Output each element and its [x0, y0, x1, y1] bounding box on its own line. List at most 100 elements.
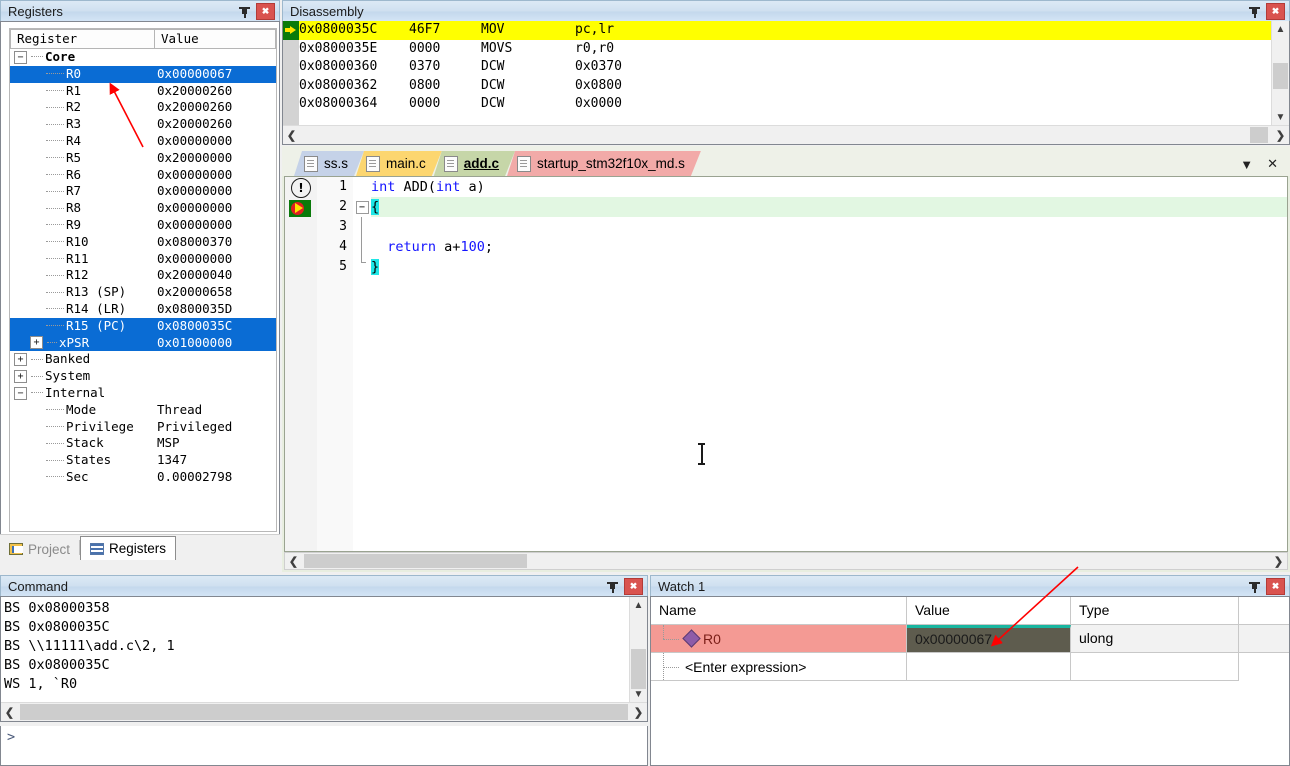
register-row-stack[interactable]: Stack MSP — [10, 435, 276, 452]
scroll-left-icon[interactable]: ❮ — [285, 555, 302, 568]
watch-type-cell[interactable] — [1071, 653, 1239, 681]
scrollbar-track[interactable] — [302, 553, 1270, 569]
scroll-right-icon[interactable]: ❯ — [630, 706, 647, 719]
watch-value-cell[interactable] — [907, 653, 1071, 681]
scrollbar-thumb[interactable] — [20, 704, 628, 720]
disassembly-row[interactable]: 0x0800035E 0000 MOVS r0,r0 — [283, 40, 1272, 59]
expand-icon-xpsr[interactable]: + — [30, 336, 43, 350]
scroll-down-icon[interactable]: ▼ — [630, 686, 647, 703]
editor-tab-main-c[interactable]: main.c — [356, 151, 442, 176]
scroll-right-icon[interactable]: ❯ — [1272, 129, 1289, 142]
sidebar-tab-registers[interactable]: Registers — [80, 536, 177, 560]
watch-value-cell[interactable]: 0x00000067 — [907, 625, 1071, 653]
pin-icon[interactable] — [605, 579, 620, 594]
watch-type-cell[interactable]: ulong — [1071, 625, 1239, 653]
column-header-value[interactable]: Value — [907, 597, 1071, 625]
command-horizontal-scrollbar[interactable]: ❮ ❯ — [1, 702, 647, 721]
register-row-r0[interactable]: R0 0x00000067 — [10, 65, 276, 83]
chevron-down-icon[interactable]: ▼ — [1240, 157, 1253, 172]
close-icon[interactable] — [256, 3, 275, 20]
scrollbar-thumb[interactable] — [304, 554, 527, 568]
pin-icon[interactable] — [1247, 579, 1262, 594]
collapse-icon-core[interactable]: − — [14, 50, 27, 64]
registers-tree[interactable]: Register Value − Core R0 0x00000067 R1 0… — [9, 28, 277, 532]
register-row-r8[interactable]: R8 0x00000000 — [10, 200, 276, 217]
register-row-r12[interactable]: R12 0x20000040 — [10, 267, 276, 284]
column-header-blank[interactable] — [1239, 597, 1289, 625]
register-row-xpsr[interactable]: + xPSR 0x01000000 — [10, 334, 276, 352]
command-output[interactable]: BS 0x08000358 BS 0x0800035C BS \\11111\a… — [0, 596, 648, 722]
scroll-up-icon[interactable]: ▲ — [1272, 21, 1289, 38]
column-header-name[interactable]: Name — [651, 597, 907, 625]
scroll-right-icon[interactable]: ❯ — [1270, 555, 1287, 568]
fold-collapse-icon[interactable]: − — [355, 201, 369, 214]
scrollbar-thumb[interactable] — [1273, 63, 1288, 89]
command-input[interactable]: > — [0, 726, 648, 766]
register-group-internal[interactable]: − Internal — [10, 385, 276, 402]
editor-breakpoint-margin[interactable]: ! — [285, 177, 318, 551]
register-row-sec[interactable]: Sec 0.00002798 — [10, 469, 276, 486]
register-row-r11[interactable]: R11 0x00000000 — [10, 251, 276, 268]
disassembly-horizontal-scrollbar[interactable]: ❮ ❯ — [283, 125, 1289, 144]
disassembly-row[interactable]: 0x08000364 0000 DCW 0x0000 — [283, 95, 1272, 114]
sidebar-tab-project[interactable]: Project — [0, 538, 79, 560]
register-row-r2[interactable]: R2 0x20000260 — [10, 99, 276, 116]
column-header-value[interactable]: Value — [155, 29, 276, 49]
column-header-register[interactable]: Register — [10, 29, 155, 49]
editor-horizontal-scrollbar[interactable]: ❮ ❯ — [284, 552, 1288, 570]
scrollbar-track[interactable] — [18, 703, 630, 721]
command-vertical-scrollbar[interactable]: ▲ ▼ — [629, 597, 647, 703]
scroll-left-icon[interactable]: ❮ — [1, 706, 18, 719]
register-row-mode[interactable]: Mode Thread — [10, 402, 276, 419]
register-row-states[interactable]: States 1347 — [10, 452, 276, 469]
disassembly-listing[interactable]: 0x0800035C 46F7 MOV pc,lr 0x0800035E 000… — [283, 21, 1272, 126]
register-row-r13-sp[interactable]: R13 (SP) 0x20000658 — [10, 284, 276, 301]
register-row-r4[interactable]: R4 0x00000000 — [10, 133, 276, 150]
watch-name-cell[interactable]: R0 — [651, 625, 907, 653]
register-row-r3[interactable]: R3 0x20000260 — [10, 116, 276, 133]
expand-icon-banked[interactable]: + — [14, 353, 27, 367]
close-icon[interactable] — [1266, 3, 1285, 20]
disassembly-row-current[interactable]: 0x0800035C 46F7 MOV pc,lr — [283, 21, 1272, 40]
close-icon[interactable] — [1266, 578, 1285, 595]
watch-extra-cell[interactable] — [1239, 653, 1289, 681]
scrollbar-thumb[interactable] — [1250, 127, 1268, 143]
register-group-core[interactable]: − Core — [10, 49, 276, 66]
watch-name-cell[interactable]: <Enter expression> — [651, 653, 907, 681]
close-icon[interactable]: ✕ — [1267, 156, 1278, 172]
register-row-r7[interactable]: R7 0x00000000 — [10, 183, 276, 200]
register-row-privilege[interactable]: Privilege Privileged — [10, 419, 276, 436]
scrollbar-thumb[interactable] — [631, 649, 646, 689]
column-header-type[interactable]: Type — [1071, 597, 1239, 625]
disassembly-vertical-scrollbar[interactable]: ▲ ▼ — [1271, 21, 1289, 126]
watch-table[interactable]: Name Value Type R0 0x00000067 ulong <Ent… — [650, 596, 1290, 766]
scroll-up-icon[interactable]: ▲ — [630, 597, 647, 614]
collapse-icon-internal[interactable]: − — [14, 386, 27, 400]
breakpoint-arrow-icon[interactable] — [289, 200, 311, 217]
pin-icon[interactable] — [237, 4, 252, 19]
scrollbar-track[interactable] — [300, 126, 1272, 144]
scroll-left-icon[interactable]: ❮ — [283, 129, 300, 142]
expand-icon-system[interactable]: + — [14, 370, 27, 384]
register-row-r15-pc[interactable]: R15 (PC) 0x0800035C — [10, 317, 276, 335]
register-row-r9[interactable]: R9 0x00000000 — [10, 217, 276, 234]
watch-row-new-expression[interactable]: <Enter expression> — [651, 653, 1289, 681]
editor-source-text[interactable]: int ADD(int a) { return a+100; } — [371, 177, 1287, 551]
register-row-r14-lr[interactable]: R14 (LR) 0x0800035D — [10, 301, 276, 318]
watch-row-r0[interactable]: R0 0x00000067 ulong — [651, 625, 1289, 653]
register-group-banked[interactable]: + Banked — [10, 351, 276, 368]
register-row-r1[interactable]: R1 0x20000260 — [10, 83, 276, 100]
scroll-down-icon[interactable]: ▼ — [1272, 109, 1289, 126]
disassembly-row[interactable]: 0x08000362 0800 DCW 0x0800 — [283, 77, 1272, 96]
pin-icon[interactable] — [1247, 4, 1262, 19]
watch-extra-cell[interactable] — [1239, 625, 1289, 653]
editor-tab-add-c[interactable]: add.c — [434, 151, 515, 176]
register-row-r5[interactable]: R5 0x20000000 — [10, 150, 276, 167]
editor-code-area[interactable]: ! 1 2 3 4 5 − int ADD(int a) {return a+… — [284, 176, 1288, 552]
editor-tab-startup-stm32f10x-md-s[interactable]: startup_stm32f10x_md.s — [507, 151, 701, 176]
disassembly-row[interactable]: 0x08000360 0370 DCW 0x0370 — [283, 58, 1272, 77]
register-row-r6[interactable]: R6 0x00000000 — [10, 167, 276, 184]
register-row-r10[interactable]: R10 0x08000370 — [10, 234, 276, 251]
editor-tab-ss-s[interactable]: ss.s — [294, 151, 364, 176]
close-icon[interactable] — [624, 578, 643, 595]
